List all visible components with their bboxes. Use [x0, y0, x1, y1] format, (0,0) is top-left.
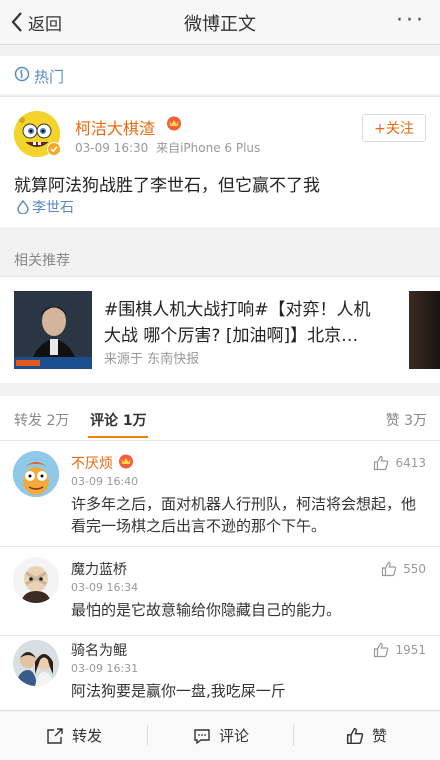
hot-topic-icon [14, 66, 30, 82]
comment-like-button[interactable]: 550 [381, 561, 426, 577]
post-time: 03-09 16:30 [75, 141, 149, 155]
comment-text: 最怕的是它故意输给你隐藏自己的能力。 [71, 601, 342, 619]
comment-bubble-icon [194, 728, 210, 744]
vip-crown-icon [167, 116, 181, 131]
comment-like-button[interactable]: 6413 [373, 455, 426, 471]
thumbs-up-icon [374, 642, 389, 658]
related-title-line1: #围棋人机大战打响#【对弈！人机 [104, 300, 371, 320]
active-tab-indicator [88, 436, 148, 438]
comment-avatar[interactable] [13, 640, 59, 686]
cartoon-avatar-image [13, 451, 59, 497]
comment-username[interactable]: 骑名为鲲 [71, 640, 127, 660]
comment-username[interactable]: 不厌烦 [71, 453, 113, 473]
related-section-title: 相关推荐 [14, 253, 70, 269]
like-label: 赞 [372, 727, 388, 745]
interaction-tabs: 转发 2万 评论 1万 赞 3万 [0, 396, 440, 441]
comment-time: 03-09 16:34 [71, 581, 139, 594]
comment-like-count: 1951 [395, 643, 426, 657]
comment-like-count: 550 [403, 562, 426, 576]
comment-like-button[interactable]: 1951 [373, 642, 426, 658]
thumbs-up-icon [346, 727, 364, 744]
bottom-action-bar: 转发 评论 赞 [0, 710, 440, 760]
vip-crown-icon [119, 454, 133, 469]
like-button[interactable]: 赞 [346, 711, 387, 760]
doll-avatar-image [13, 557, 59, 603]
couple-photo-avatar-image [13, 640, 59, 686]
post-username[interactable]: 柯洁大棋渣 [75, 115, 155, 139]
toolbar-divider [147, 725, 148, 746]
related-source: 来源于 东南快报 [104, 352, 200, 367]
comment-text: 许多年之后，面对机器人行刑队，柯洁将会想起，他看完一场棋之后出言不逊的那个下午。 [71, 495, 417, 535]
post-source: 来自iPhone 6 Plus [156, 141, 261, 155]
post-meta: 03-09 16:30 来自iPhone 6 Plus [75, 139, 260, 156]
comment-time: 03-09 16:40 [71, 475, 139, 488]
thumbs-up-icon [381, 561, 397, 577]
verified-badge-icon [47, 142, 61, 156]
page-title: 微博正文 [184, 14, 256, 35]
comment-label: 评论 [219, 727, 250, 745]
follow-button[interactable]: +关注 [362, 114, 426, 142]
repost-button[interactable]: 转发 [46, 711, 102, 760]
comment-username[interactable]: 魔力蓝桥 [71, 559, 127, 579]
hot-label: 热门 [34, 68, 65, 86]
comment-item: 骑名为鲲 03-09 16:31 1951 阿法狗要是赢你一盘,我吃屎一斤 [0, 636, 440, 710]
tab-repost[interactable]: 转发 2万 [14, 410, 69, 430]
topic-label: 李世石 [32, 200, 74, 216]
comment-item: 不厌烦 03-09 16:40 6413 许多年之后，面对机器人行刑队，柯洁将会… [0, 441, 440, 547]
related-article-card[interactable]: #围棋人机大战打响#【对弈！人机 大战 哪个厉害? [加油啊]】北京… 来源于 … [0, 276, 440, 383]
person-photo-image [14, 291, 92, 369]
comment-item: 魔力蓝桥 03-09 16:34 550 最怕的是它故意输给你隐藏自己的能力。 [0, 547, 440, 636]
repost-label: 转发 [72, 727, 103, 745]
share-out-icon [47, 727, 63, 744]
top-nav-bar: 返回 微博正文 ··· [0, 0, 440, 45]
related-next-thumbnail[interactable] [409, 291, 440, 369]
comment-button[interactable]: 评论 [193, 711, 249, 760]
related-article-thumbnail [14, 291, 92, 369]
post-text: 就算阿法狗战胜了李世石，但它赢不了我 [14, 176, 320, 196]
hot-tag-bar[interactable]: 热门 [0, 56, 440, 94]
thumbs-up-icon [374, 455, 389, 471]
related-title-line2: 大战 哪个厉害? [加油啊]】北京… [104, 326, 359, 346]
tab-comment[interactable]: 评论 1万 [90, 410, 147, 430]
toolbar-divider [293, 725, 294, 746]
topic-link[interactable]: 李世石 [17, 197, 74, 217]
comment-time: 03-09 16:31 [71, 662, 139, 675]
comment-avatar[interactable] [13, 557, 59, 603]
comment-text: 阿法狗要是赢你一盘,我吃屎一斤 [71, 682, 286, 700]
more-menu-button[interactable]: ··· [396, 8, 426, 33]
weibo-post: 柯洁大棋渣 03-09 16:30 来自iPhone 6 Plus +关注 就算… [0, 96, 440, 227]
comment-like-count: 6413 [395, 456, 426, 470]
comment-avatar[interactable] [13, 451, 59, 497]
tab-like[interactable]: 赞 3万 [386, 410, 427, 430]
topic-drop-icon [17, 200, 29, 214]
